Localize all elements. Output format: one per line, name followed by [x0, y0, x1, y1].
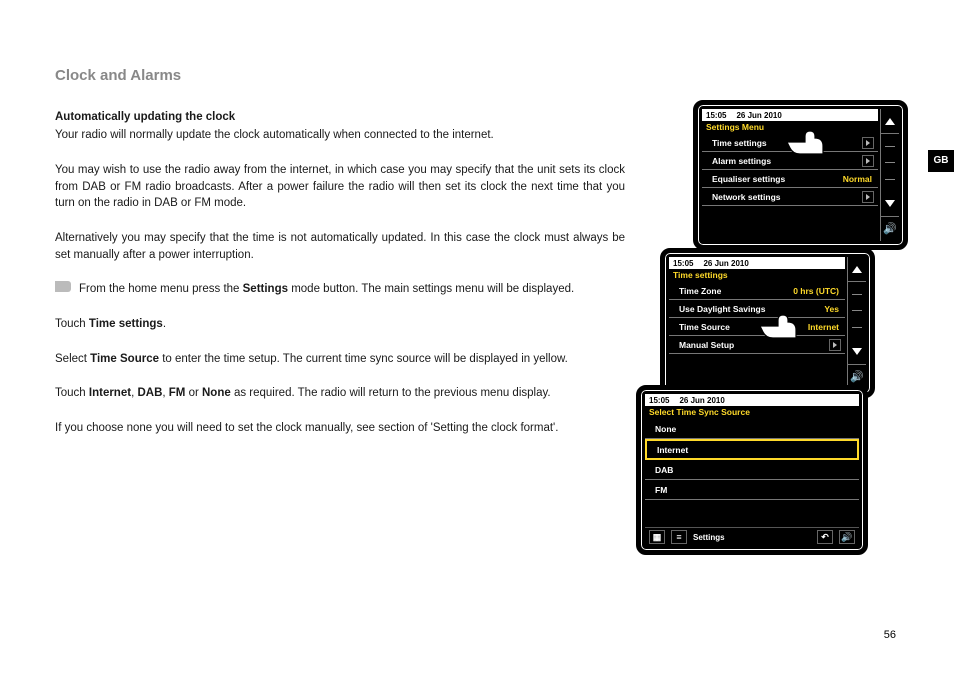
- status-bar: 15:05 26 Jun 2010: [702, 109, 878, 121]
- option-label: Internet: [657, 445, 688, 455]
- grid-icon[interactable]: ▦: [649, 530, 665, 544]
- scroll-track: [881, 134, 899, 191]
- menu-item-time-source[interactable]: Time Source Internet: [669, 318, 845, 336]
- status-date: 26 Jun 2010: [736, 111, 781, 120]
- step-touch-option: Touch Internet, DAB, FM or None as requi…: [55, 385, 625, 402]
- menu-item-manual-setup[interactable]: Manual Setup: [669, 336, 845, 354]
- bottom-label: Settings: [693, 533, 725, 542]
- region-tab-gb: GB: [928, 150, 954, 172]
- menu-item-network-settings[interactable]: Network settings: [702, 188, 878, 206]
- menu-icon[interactable]: ≡: [671, 530, 687, 544]
- status-bar: 15:05 26 Jun 2010: [645, 394, 859, 406]
- device-screen-settings-menu: 15:05 26 Jun 2010 Settings Menu Time set…: [693, 100, 908, 250]
- row-label: Alarm settings: [712, 156, 771, 166]
- row-value: Internet: [808, 322, 841, 332]
- row-value: Yes: [824, 304, 841, 314]
- speaker-icon: 🔊: [850, 370, 864, 383]
- status-time: 15:05: [649, 396, 669, 405]
- option-label: None: [655, 424, 676, 434]
- menu-item-daylight-savings[interactable]: Use Daylight Savings Yes: [669, 300, 845, 318]
- row-label: Time Source: [679, 322, 730, 332]
- row-label: Manual Setup: [679, 340, 734, 350]
- chevron-right-icon: [829, 339, 841, 351]
- scroll-track: [848, 282, 866, 339]
- manual-text-column: Clock and Alarms Automatically updating …: [55, 65, 625, 455]
- menu-item-time-zone[interactable]: Time Zone 0 hrs (UTC): [669, 282, 845, 300]
- screen-title: Time settings: [669, 269, 845, 282]
- speaker-button[interactable]: 🔊: [881, 217, 899, 241]
- pointer-hand-icon: [758, 312, 800, 340]
- chevron-right-icon: [862, 137, 874, 149]
- scroll-up-button[interactable]: [848, 257, 866, 282]
- step-time-source: Select Time Source to enter the time set…: [55, 351, 625, 368]
- bottom-bar: ▦ ≡ Settings ↶ 🔊: [645, 527, 859, 546]
- option-fm[interactable]: FM: [645, 480, 859, 500]
- row-label: Time settings: [712, 138, 767, 148]
- step-settings: From the home menu press the Settings mo…: [55, 281, 625, 298]
- status-bar: 15:05 26 Jun 2010: [669, 257, 845, 269]
- bold-time-source: Time Source: [90, 353, 159, 365]
- page-number: 56: [884, 629, 896, 641]
- triangle-down-icon: [885, 200, 895, 207]
- paragraph-2: You may wish to use the radio away from …: [55, 162, 625, 212]
- subheading: Automatically updating the clock: [55, 109, 625, 126]
- status-time: 15:05: [673, 259, 693, 268]
- scroll-down-button[interactable]: [848, 339, 866, 364]
- speaker-icon[interactable]: 🔊: [839, 530, 855, 544]
- status-date: 26 Jun 2010: [679, 396, 724, 405]
- row-value: Normal: [843, 174, 874, 184]
- row-label: Network settings: [712, 192, 781, 202]
- row-value: 0 hrs (UTC): [793, 286, 841, 296]
- triangle-up-icon: [852, 266, 862, 273]
- step-text-c: mode button. The main settings menu will…: [288, 283, 574, 295]
- triangle-down-icon: [852, 348, 862, 355]
- mode-button-icon: [55, 281, 71, 292]
- option-label: FM: [655, 485, 667, 495]
- step-time-settings: Touch Time settings.: [55, 316, 625, 333]
- speaker-icon: 🔊: [883, 222, 897, 235]
- paragraph-manual: If you choose none you will need to set …: [55, 420, 625, 437]
- row-label: Equaliser settings: [712, 174, 785, 184]
- option-internet[interactable]: Internet: [645, 439, 859, 460]
- paragraph-1: Your radio will normally update the cloc…: [55, 127, 625, 144]
- device-screen-select-time-sync: 15:05 26 Jun 2010 Select Time Sync Sourc…: [636, 385, 868, 555]
- back-icon[interactable]: ↶: [817, 530, 833, 544]
- triangle-up-icon: [885, 118, 895, 125]
- bold-settings: Settings: [243, 283, 288, 295]
- page-heading: Clock and Alarms: [55, 65, 625, 87]
- chevron-right-icon: [862, 155, 874, 167]
- status-date: 26 Jun 2010: [703, 259, 748, 268]
- pointer-hand-icon: [785, 128, 827, 156]
- status-time: 15:05: [706, 111, 726, 120]
- paragraph-3: Alternatively you may specify that the t…: [55, 230, 625, 263]
- menu-item-equaliser-settings[interactable]: Equaliser settings Normal: [702, 170, 878, 188]
- step-text-a: From the home menu press the: [79, 283, 243, 295]
- chevron-right-icon: [862, 191, 874, 203]
- row-label: Use Daylight Savings: [679, 304, 765, 314]
- bold-time-settings: Time settings: [89, 318, 163, 330]
- option-dab[interactable]: DAB: [645, 460, 859, 480]
- option-none[interactable]: None: [645, 419, 859, 439]
- row-label: Time Zone: [679, 286, 721, 296]
- scroll-down-button[interactable]: [881, 191, 899, 216]
- scroll-up-button[interactable]: [881, 109, 899, 134]
- screen-title: Select Time Sync Source: [645, 406, 859, 419]
- option-label: DAB: [655, 465, 673, 475]
